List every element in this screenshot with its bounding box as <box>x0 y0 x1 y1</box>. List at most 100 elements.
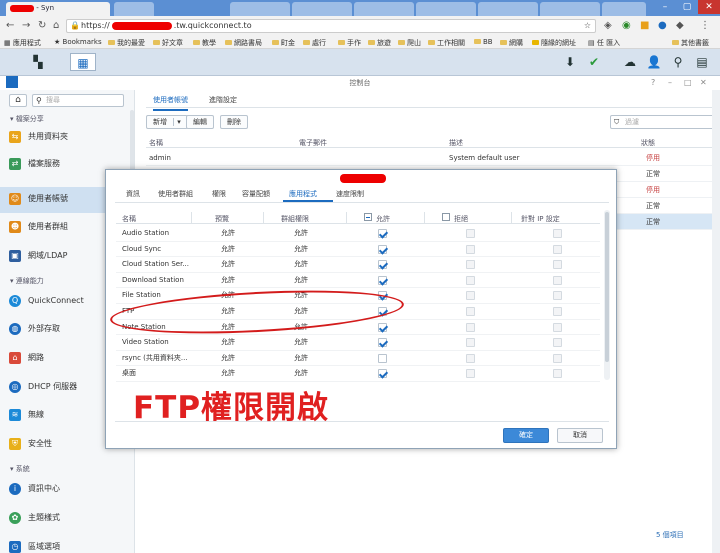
ip-setting-checkbox[interactable] <box>553 369 562 379</box>
bookmark-item[interactable]: 工作相關 <box>428 38 465 48</box>
section-system[interactable]: ▾ 系統 <box>10 464 30 474</box>
cancel-button[interactable]: 取消 <box>557 428 603 443</box>
widgets-icon[interactable]: ▤ <box>692 53 712 71</box>
tab-speed-limit[interactable]: 速度限制 <box>336 189 364 199</box>
ip-setting-checkbox[interactable] <box>553 338 562 348</box>
tab-info[interactable]: 資訊 <box>126 189 140 199</box>
main-menu-icon[interactable]: ▚ <box>28 53 48 71</box>
maximize-icon[interactable]: □ <box>684 78 692 87</box>
download-icon[interactable]: ⬇ <box>560 53 580 71</box>
column-name[interactable]: 名稱 <box>149 138 163 148</box>
deny-all-checkbox[interactable] <box>442 213 450 221</box>
deny-checkbox[interactable] <box>466 369 475 379</box>
control-panel-taskbar-icon[interactable]: ▦ <box>70 53 96 71</box>
home-button[interactable]: ⌂ <box>9 94 27 107</box>
tab-user-account[interactable]: 使用者帳號 <box>153 95 188 111</box>
ip-setting-checkbox[interactable] <box>553 322 562 332</box>
allow-checkbox[interactable] <box>378 275 387 285</box>
sidebar-item-info-center[interactable]: i 資訊中心 <box>0 477 135 501</box>
reload-icon[interactable]: ↻ <box>38 20 46 31</box>
main-scrollbar[interactable] <box>712 90 720 553</box>
browser-tab[interactable] <box>292 2 352 16</box>
search-icon[interactable]: ⚲ <box>668 53 688 71</box>
allow-checkbox[interactable] <box>378 369 387 379</box>
deny-checkbox[interactable] <box>466 322 475 332</box>
bookmark-item[interactable]: 町金 <box>272 38 295 48</box>
extension-icon[interactable]: ◈ <box>604 20 612 31</box>
deny-checkbox[interactable] <box>466 338 475 348</box>
tab-quota[interactable]: 容量配額 <box>242 189 270 199</box>
tab-applications[interactable]: 應用程式 <box>289 189 317 199</box>
bookmark-apps[interactable]: ▦ 應用程式 <box>4 38 41 48</box>
menu-icon[interactable]: ⋮ <box>700 20 710 31</box>
app-row[interactable]: Video Station 允許 允許 <box>116 335 600 351</box>
filter-input[interactable]: ⛉ 過濾 <box>610 115 715 129</box>
column-email[interactable]: 電子郵件 <box>299 138 327 148</box>
chevron-down-icon[interactable]: ▾ <box>173 118 181 126</box>
extension-icon[interactable]: ■ <box>640 20 649 31</box>
bookmark-item[interactable]: 教學 <box>193 38 216 48</box>
allow-checkbox[interactable] <box>378 322 387 332</box>
star-icon[interactable]: ☆ <box>584 20 591 32</box>
deny-checkbox[interactable] <box>466 291 475 301</box>
help-icon[interactable]: ? <box>651 78 655 87</box>
ip-setting-checkbox[interactable] <box>553 229 562 238</box>
deny-checkbox[interactable] <box>466 353 475 363</box>
extension-icon[interactable]: ◆ <box>676 20 684 31</box>
sidebar-search-input[interactable]: ⚲ 搜尋 <box>32 94 124 107</box>
close-window-icon[interactable]: ✕ <box>698 0 720 14</box>
bookmark-item[interactable]: 爬山 <box>398 38 421 48</box>
ip-setting-checkbox[interactable] <box>553 260 562 270</box>
allow-checkbox[interactable] <box>378 244 387 254</box>
section-connectivity[interactable]: ▾ 連線能力 <box>10 276 44 286</box>
sidebar-item-shared-folder[interactable]: ⇆ 共用資料夾 <box>0 125 135 149</box>
bookmark-item[interactable]: 網路書局 <box>225 38 262 48</box>
edit-button[interactable]: 編輯 <box>186 115 214 129</box>
bookmark-item[interactable]: BB <box>474 38 493 46</box>
bookmark-item[interactable]: ▤ 任 匯入 <box>588 38 620 48</box>
extension-icon[interactable]: ● <box>658 20 667 31</box>
sidebar-item-theme[interactable]: ✿ 主題樣式 <box>0 506 135 530</box>
bookmark-item[interactable]: 好文章 <box>153 38 183 48</box>
minimize-icon[interactable]: – <box>668 78 672 87</box>
dialog-scrollbar[interactable] <box>604 210 610 380</box>
app-row[interactable]: rsync (共用資料夾... 允許 允許 <box>116 351 600 367</box>
column-description[interactable]: 描述 <box>449 138 463 148</box>
section-file-sharing[interactable]: ▾ 檔案分享 <box>10 114 44 124</box>
allow-checkbox[interactable] <box>378 353 387 363</box>
deny-checkbox[interactable] <box>466 229 475 238</box>
table-row[interactable]: admin System default user 停用 <box>146 150 716 166</box>
column-allow[interactable]: 允許 <box>376 214 390 224</box>
create-button[interactable]: 新增 ▾ <box>146 115 188 129</box>
home-icon[interactable]: ⌂ <box>53 20 59 31</box>
bookmark-item[interactable]: 處行 <box>303 38 326 48</box>
status-icon[interactable]: ✔ <box>584 53 604 71</box>
browser-tab[interactable] <box>540 2 600 16</box>
browser-tab[interactable] <box>602 2 646 16</box>
column-group-permission[interactable]: 群組權限 <box>281 214 309 224</box>
browser-tab[interactable] <box>114 2 154 16</box>
url-input[interactable]: 🔒 https://.tw.quickconnect.to ☆ <box>66 19 596 33</box>
bookmark-item[interactable]: 旅遊 <box>368 38 391 48</box>
forward-icon[interactable]: → <box>22 20 30 31</box>
column-preview[interactable]: 預覽 <box>215 214 229 224</box>
delete-button[interactable]: 刪除 <box>220 115 248 129</box>
app-row[interactable]: Cloud Sync 允許 允許 <box>116 242 600 258</box>
ip-setting-checkbox[interactable] <box>553 291 562 301</box>
deny-checkbox[interactable] <box>466 307 475 316</box>
browser-tab[interactable] <box>354 2 414 16</box>
browser-tab[interactable] <box>230 2 290 16</box>
ip-setting-checkbox[interactable] <box>553 275 562 285</box>
browser-tab[interactable] <box>478 2 538 16</box>
allow-all-checkbox[interactable] <box>364 213 372 221</box>
deny-checkbox[interactable] <box>466 260 475 270</box>
extension-icon[interactable]: ◉ <box>622 20 631 31</box>
column-status[interactable]: 狀態 <box>641 138 655 148</box>
bookmark-item[interactable]: 手作 <box>338 38 361 48</box>
user-icon[interactable]: 👤 <box>644 53 664 71</box>
maximize-window-icon[interactable]: ▢ <box>676 0 698 14</box>
browser-tab-active[interactable]: - Syn <box>6 2 110 16</box>
app-row[interactable]: Download Station 允許 允許 <box>116 273 600 289</box>
sidebar-item-regional[interactable]: ◷ 區域選項 <box>0 535 135 553</box>
bookmark-item[interactable]: 網購 <box>500 38 523 48</box>
